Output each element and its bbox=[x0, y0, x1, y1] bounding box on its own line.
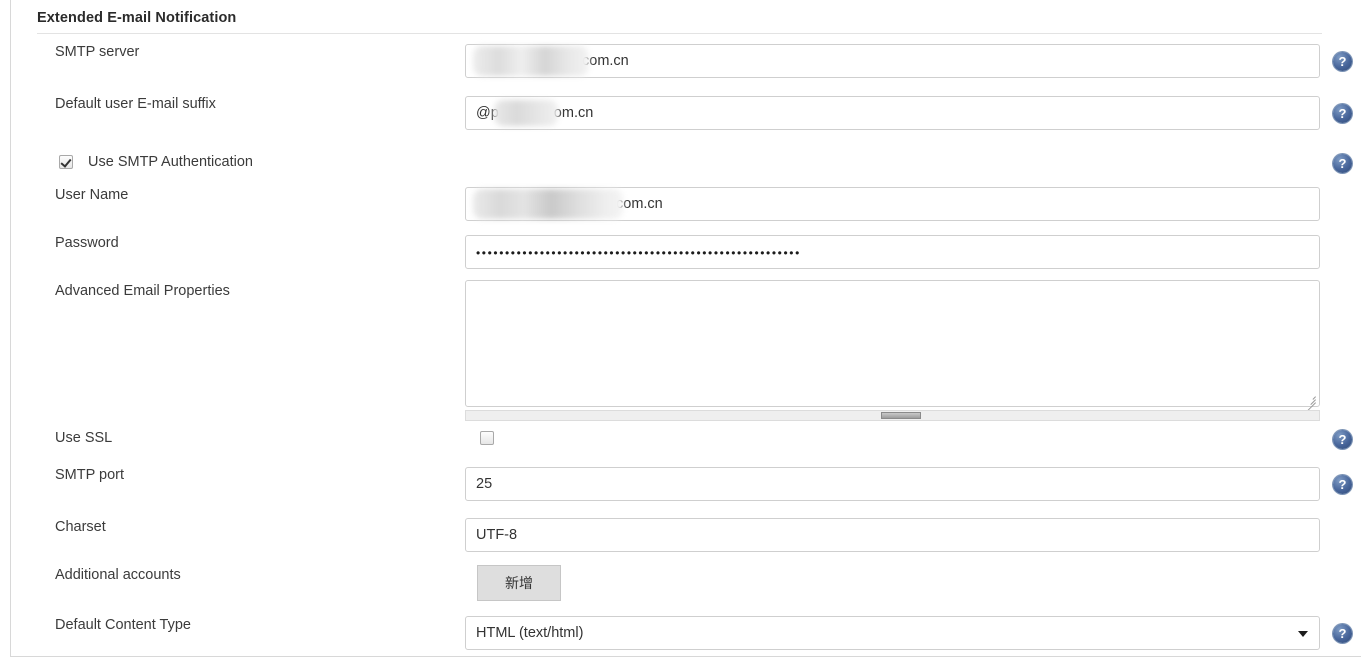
label-smtp-server: SMTP server bbox=[55, 44, 140, 60]
help-icon-email-suffix[interactable]: ? bbox=[1333, 104, 1352, 123]
default-content-type-value: HTML (text/html) bbox=[476, 625, 584, 641]
chevron-down-icon[interactable] bbox=[1298, 631, 1308, 637]
help-icon-glyph: ? bbox=[1338, 477, 1347, 492]
email-suffix-value-suffix: om.cn bbox=[553, 105, 594, 121]
help-icon-glyph: ? bbox=[1338, 106, 1347, 121]
page-title: Extended E-mail Notification bbox=[37, 10, 237, 26]
help-icon-smtp-server[interactable]: ? bbox=[1333, 52, 1352, 71]
label-email-suffix: Default user E-mail suffix bbox=[55, 96, 216, 112]
label-default-content-type: Default Content Type bbox=[55, 617, 191, 633]
smtp-port-input[interactable]: 25 bbox=[465, 467, 1320, 501]
label-password: Password bbox=[55, 235, 119, 251]
help-icon-glyph: ? bbox=[1338, 156, 1347, 171]
smtp-server-input[interactable]: com.cn bbox=[465, 44, 1320, 78]
help-icon-glyph: ? bbox=[1338, 54, 1347, 69]
title-divider bbox=[37, 33, 1322, 34]
help-icon-glyph: ? bbox=[1338, 626, 1347, 641]
email-suffix-input[interactable]: @p om.cn bbox=[465, 96, 1320, 130]
help-icon-default-content-type[interactable]: ? bbox=[1333, 624, 1352, 643]
label-additional-accounts: Additional accounts bbox=[55, 567, 181, 583]
help-icon-use-ssl[interactable]: ? bbox=[1333, 430, 1352, 449]
label-charset: Charset bbox=[55, 519, 106, 535]
label-smtp-port: SMTP port bbox=[55, 467, 125, 483]
smtp-server-value: com.cn bbox=[582, 53, 629, 69]
default-content-type-select[interactable]: HTML (text/html) bbox=[465, 616, 1320, 650]
help-icon-smtp-port[interactable]: ? bbox=[1333, 475, 1352, 494]
use-ssl-checkbox[interactable] bbox=[480, 431, 494, 445]
horizontal-scrollbar[interactable] bbox=[465, 410, 1320, 421]
help-icon-glyph: ? bbox=[1338, 432, 1347, 447]
user-name-input[interactable]: com.cn bbox=[465, 187, 1320, 221]
label-use-smtp-authentication: Use SMTP Authentication bbox=[88, 154, 253, 170]
user-name-value: com.cn bbox=[616, 196, 663, 212]
label-user-name: User Name bbox=[55, 187, 129, 203]
label-use-ssl: Use SSL bbox=[55, 430, 113, 446]
scrollbar-thumb[interactable] bbox=[881, 412, 921, 419]
help-icon-use-smtp-authentication[interactable]: ? bbox=[1333, 154, 1352, 173]
charset-input[interactable]: UTF-8 bbox=[465, 518, 1320, 552]
password-input[interactable]: ••••••••••••••••••••••••••••••••••••••••… bbox=[465, 235, 1320, 269]
resize-handle-icon[interactable] bbox=[1304, 392, 1317, 411]
advanced-email-properties-textarea[interactable] bbox=[465, 280, 1320, 411]
extended-email-notification-panel: Extended E-mail Notification SMTP server… bbox=[10, 0, 1361, 657]
label-advanced-email-properties: Advanced Email Properties bbox=[55, 283, 230, 299]
email-suffix-value-prefix: @p bbox=[476, 105, 499, 121]
use-smtp-authentication-checkbox[interactable] bbox=[59, 155, 73, 169]
add-account-button[interactable]: 新增 bbox=[477, 565, 561, 601]
